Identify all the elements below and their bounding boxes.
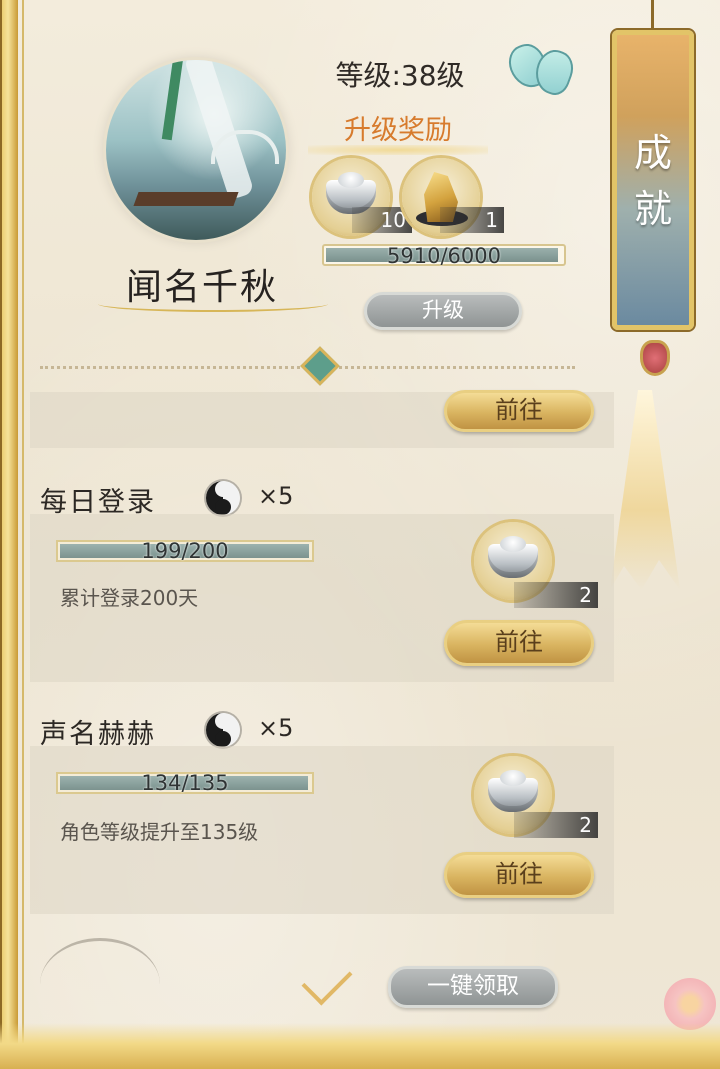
bottom-gold-border bbox=[0, 1023, 720, 1069]
side-tab-chain bbox=[651, 0, 654, 30]
achievement-side-tab[interactable]: 成就 bbox=[612, 30, 694, 330]
task-progress-bar: 199/200 bbox=[56, 539, 314, 563]
go-button[interactable]: 前往 bbox=[444, 620, 594, 666]
reward-count-ore: 1 bbox=[440, 207, 504, 233]
upgrade-button[interactable]: 升级 bbox=[364, 292, 522, 330]
yinyang-icon bbox=[206, 481, 240, 515]
claim-all-button[interactable]: 一键领取 bbox=[388, 966, 558, 1008]
task-progress-text: 199/200 bbox=[141, 539, 229, 563]
task-reward-count: 2 bbox=[514, 582, 598, 608]
level-text: 等级:38级 bbox=[335, 59, 465, 92]
silver-ingot-icon bbox=[488, 770, 538, 812]
pavilion-decoration bbox=[40, 938, 160, 1031]
level-reward-title: 升级奖励 bbox=[308, 108, 488, 155]
reward-count-silver: 10 bbox=[352, 207, 412, 233]
avatar bbox=[106, 60, 286, 240]
task-progress-bar: 134/135 bbox=[56, 771, 314, 795]
reward-multiplier: ×5 bbox=[258, 714, 294, 742]
task-description: 角色等级提升至135级 bbox=[60, 820, 259, 844]
left-border-line bbox=[22, 0, 24, 1069]
go-button-partial[interactable]: 前往 bbox=[444, 390, 594, 432]
avatar-table bbox=[133, 192, 239, 206]
side-tab-label: 成就 bbox=[633, 131, 672, 231]
name-underline-ornament bbox=[98, 296, 328, 312]
task-description: 累计登录200天 bbox=[60, 586, 199, 610]
side-tab-knot-ornament bbox=[640, 340, 670, 376]
exp-progress-bar: 5910/6000 bbox=[322, 244, 566, 268]
silver-ingot-icon bbox=[488, 536, 538, 578]
avatar-ribbon bbox=[161, 60, 185, 141]
task-progress-text: 134/135 bbox=[141, 771, 229, 795]
butterfly-icon bbox=[503, 39, 579, 100]
task-reward-count: 2 bbox=[514, 812, 598, 838]
go-button[interactable]: 前往 bbox=[444, 852, 594, 898]
yinyang-icon bbox=[206, 713, 240, 747]
exp-progress-text: 5910/6000 bbox=[387, 244, 501, 268]
reward-multiplier: ×5 bbox=[258, 482, 294, 510]
left-gold-border bbox=[0, 0, 18, 1069]
